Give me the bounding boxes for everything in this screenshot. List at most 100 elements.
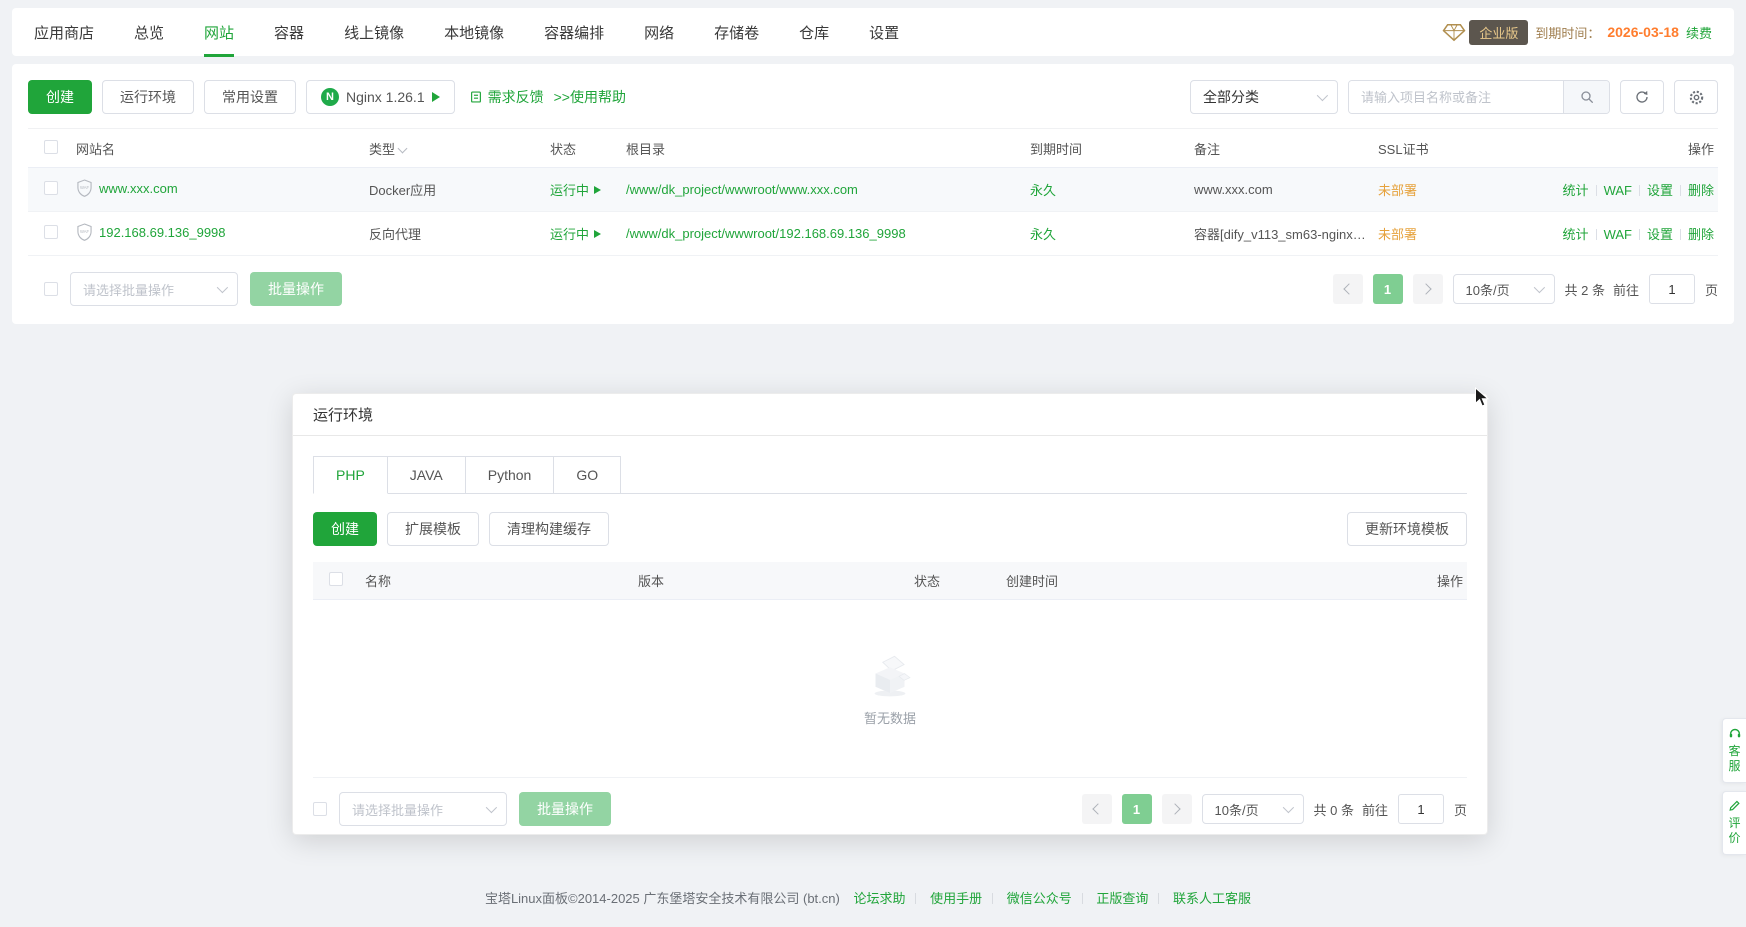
nav-item-repository[interactable]: 仓库 [799,22,829,43]
pencil-icon [1728,799,1741,812]
tab-python[interactable]: Python [466,456,555,494]
site-name-link[interactable]: WAF 192.168.69.136_9998 [76,223,226,241]
settings-link[interactable]: 设置 [1647,227,1673,242]
row-checkbox[interactable] [44,225,58,239]
waf-link[interactable]: WAF [1604,183,1632,198]
webserver-version-label: Nginx 1.26.1 [346,89,425,105]
nav-item-volumes[interactable]: 存储卷 [714,22,759,43]
create-env-button[interactable]: 创建 [313,512,377,546]
common-settings-button[interactable]: 常用设置 [204,80,296,114]
batch-action-select[interactable]: 请选择批量操作 [70,272,238,306]
site-ssl-status[interactable]: 未部署 [1378,224,1558,243]
site-search [1348,80,1610,114]
customer-service-widget[interactable]: 客服 [1722,718,1746,783]
site-root-dir[interactable]: /www/dk_project/wwwroot/192.168.69.136_9… [626,226,1030,241]
select-all-checkbox[interactable] [44,140,58,154]
modal-header[interactable]: 运行环境 [293,394,1487,436]
running-play-icon [594,186,601,194]
env-select-all-checkbox[interactable] [329,572,343,586]
empty-state: 暂无数据 [313,600,1467,778]
svg-text:WAF: WAF [80,185,90,190]
prev-page-button[interactable] [1333,274,1363,304]
nav-item-app-store[interactable]: 应用商店 [34,22,94,43]
batch-apply-button[interactable]: 批量操作 [250,272,342,306]
tab-php[interactable]: PHP [313,456,388,494]
header-root-dir: 根目录 [626,139,1030,158]
create-site-button[interactable]: 创建 [28,80,92,114]
row-checkbox[interactable] [44,181,58,195]
nav-item-settings[interactable]: 设置 [869,22,899,43]
header-type[interactable]: 类型 [369,139,550,158]
tab-java[interactable]: JAVA [388,456,466,494]
search-button[interactable] [1563,81,1609,113]
site-remark[interactable]: 容器[dify_v113_sm63-nginx-1]的 [1194,224,1378,243]
page-size-value: 10条/页 [1466,280,1510,299]
footer-link-license-check[interactable]: 正版查询 [1096,891,1148,906]
clear-build-cache-button[interactable]: 清理构建缓存 [489,512,609,546]
webserver-start-icon [432,92,440,102]
site-status[interactable]: 运行中 [550,180,601,199]
page-size-select[interactable]: 10条/页 [1453,274,1555,304]
nav-menu: 应用商店 总览 网站 容器 线上镜像 本地镜像 容器编排 网络 存储卷 仓库 设… [34,22,899,43]
footer-link-manual[interactable]: 使用手册 [930,891,982,906]
settings-link[interactable]: 设置 [1647,183,1673,198]
page-size-value: 10条/页 [1215,800,1259,819]
table-header-row: 网站名 类型 状态 根目录 到期时间 备注 SSL证书 操作 [28,128,1718,168]
renew-link[interactable]: 续费 [1686,23,1712,42]
nav-item-online-images[interactable]: 线上镜像 [344,22,404,43]
site-name-link[interactable]: WAF www.xxx.com [76,179,178,197]
current-page-button[interactable]: 1 [1373,274,1403,304]
site-remark[interactable]: www.xxx.com [1194,182,1378,197]
search-input[interactable] [1349,81,1563,113]
footer-link-wechat[interactable]: 微信公众号 [1007,891,1072,906]
current-page-button[interactable]: 1 [1122,794,1152,824]
runtime-tabs: PHP JAVA Python GO [313,456,1467,494]
refresh-button[interactable] [1620,80,1664,114]
feedback-link[interactable]: 需求反馈 [469,87,544,107]
usage-help-link[interactable]: >>使用帮助 [554,87,626,107]
goto-page-input[interactable] [1649,274,1695,304]
floating-side-widgets: 客服 评价 [1722,718,1746,855]
delete-link[interactable]: 删除 [1688,227,1714,242]
table-settings-button[interactable] [1674,80,1718,114]
extend-template-button[interactable]: 扩展模板 [387,512,479,546]
plan-badge: 企业版 [1469,20,1528,45]
webserver-button[interactable]: N Nginx 1.26.1 [306,80,455,114]
runtime-env-button[interactable]: 运行环境 [102,80,194,114]
prev-page-button[interactable] [1082,794,1112,824]
next-page-button[interactable] [1162,794,1192,824]
nav-item-container[interactable]: 容器 [274,22,304,43]
env-batch-apply-button[interactable]: 批量操作 [519,792,611,826]
env-batch-select-all-checkbox[interactable] [313,802,327,816]
modal-body: PHP JAVA Python GO 创建 扩展模板 清理构建缓存 更新环境模板… [293,436,1487,844]
nav-item-website[interactable]: 网站 [204,22,234,43]
footer-link-support[interactable]: 联系人工客服 [1173,891,1251,906]
category-filter-select[interactable]: 全部分类 [1190,80,1338,114]
stats-link[interactable]: 统计 [1563,227,1589,242]
nav-item-local-images[interactable]: 本地镜像 [444,22,504,43]
tab-go[interactable]: GO [554,456,621,494]
waf-link[interactable]: WAF [1604,227,1632,242]
nav-item-overview[interactable]: 总览 [134,22,164,43]
nav-item-compose[interactable]: 容器编排 [544,22,604,43]
site-root-dir[interactable]: /www/dk_project/wwwroot/www.xxx.com [626,182,1030,197]
site-expire[interactable]: 永久 [1030,224,1194,243]
nav-item-network[interactable]: 网络 [644,22,674,43]
env-batch-action-select[interactable]: 请选择批量操作 [339,792,507,826]
site-status[interactable]: 运行中 [550,224,601,243]
env-header-actions: 操作 [1366,571,1467,590]
site-ssl-status[interactable]: 未部署 [1378,180,1558,199]
update-env-template-button[interactable]: 更新环境模板 [1347,512,1467,546]
batch-select-all-checkbox[interactable] [44,282,58,296]
next-page-button[interactable] [1413,274,1443,304]
goto-page-input[interactable] [1398,794,1444,824]
site-expire[interactable]: 永久 [1030,180,1194,199]
batch-operation-bar: 请选择批量操作 批量操作 1 10条/页 共 2 条 前往 页 [28,272,1718,306]
page-size-select[interactable]: 10条/页 [1202,794,1304,824]
header-actions: 操作 [1558,139,1718,158]
rate-widget[interactable]: 评价 [1722,791,1746,855]
delete-link[interactable]: 删除 [1688,183,1714,198]
action-separator [1639,229,1640,240]
stats-link[interactable]: 统计 [1563,183,1589,198]
footer-link-forum[interactable]: 论坛求助 [853,891,905,906]
